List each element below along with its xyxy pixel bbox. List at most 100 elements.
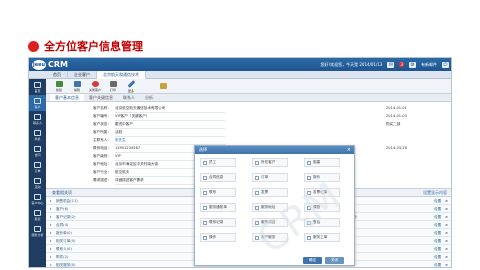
row-settings-link[interactable]: 设置 [434, 253, 441, 261]
close-icon[interactable]: × [347, 146, 351, 154]
checkbox[interactable] [307, 160, 311, 165]
related-label[interactable]: 联系人(0) [56, 245, 72, 253]
sidebar-item-service-analysis[interactable]: 服务分析 [29, 223, 46, 239]
related-label[interactable]: 客户(6) [56, 205, 68, 213]
row-settings-link[interactable]: 设置 [434, 197, 441, 205]
checkbox[interactable] [203, 220, 207, 225]
row-close-icon[interactable]: × [445, 237, 448, 245]
option-item[interactable]: 所在客户 [252, 158, 288, 167]
row-close-icon[interactable]: × [445, 205, 448, 213]
tab-enterprise-customers[interactable]: 企业客户 [68, 71, 97, 79]
option-item[interactable]: 合同信息 [200, 173, 236, 182]
checkbox[interactable] [203, 190, 207, 195]
option-item[interactable]: 售后 [304, 218, 340, 227]
row-close-icon[interactable]: × [445, 245, 448, 253]
checkbox[interactable] [307, 190, 311, 195]
row-settings-link[interactable]: 设置 [434, 213, 441, 221]
related-label[interactable]: 报价单(0) [56, 229, 72, 237]
option-item[interactable]: 订单 [252, 173, 288, 182]
related-label[interactable]: 相关服务(0) [56, 261, 75, 267]
user-menu[interactable]: 有新邮件 [421, 62, 437, 68]
cancel-button[interactable]: 关闭 [325, 257, 344, 264]
row-close-icon[interactable]: × [445, 213, 448, 221]
option-item[interactable]: 操作 [200, 233, 236, 242]
sidebar-item-orders[interactable]: 订单 [29, 159, 46, 175]
sidebar-item-contracts[interactable]: 合同 [29, 143, 46, 159]
expand-arrow-icon[interactable]: ▸ [50, 197, 52, 205]
option-item[interactable]: 服务地址 [252, 203, 288, 212]
option-item[interactable]: 联系 [200, 188, 236, 197]
checkbox[interactable] [307, 205, 311, 210]
checkbox[interactable] [307, 235, 311, 240]
related-label[interactable]: 销售机会(11) [56, 197, 78, 205]
row-settings-link[interactable]: 设置 [434, 245, 441, 253]
sidebar-item-reports[interactable]: 报表 [29, 207, 46, 223]
expand-arrow-icon[interactable]: ▸ [50, 205, 52, 213]
row-close-icon[interactable]: × [445, 261, 448, 267]
row-settings-link[interactable]: 设置 [434, 205, 441, 213]
checkbox[interactable] [203, 160, 207, 165]
row-settings-link[interactable]: 设置 [434, 221, 441, 229]
print-button[interactable]: 打印 [106, 80, 120, 93]
close-customer-button[interactable]: 关闭客户 [88, 80, 102, 93]
row-close-icon[interactable]: × [445, 229, 448, 237]
row-settings-link[interactable]: 设置 [434, 261, 441, 267]
option-item[interactable]: 阻塞 [304, 158, 340, 167]
sidebar-item-activities[interactable]: 活动 [29, 175, 46, 191]
option-item[interactable]: 发票 [252, 188, 288, 197]
expand-arrow-icon[interactable]: ▸ [50, 245, 52, 253]
checkbox[interactable] [255, 220, 259, 225]
option-item[interactable]: 联系记录 [200, 218, 236, 227]
related-label[interactable]: 客户记录(2) [56, 213, 75, 221]
expand-arrow-icon[interactable]: ▸ [50, 253, 52, 261]
edit-button[interactable]: 编辑 [70, 80, 84, 93]
option-item[interactable]: 员工 [200, 158, 236, 167]
checkbox[interactable] [307, 175, 311, 180]
settings-icon[interactable]: ⚙ [409, 61, 416, 68]
option-item[interactable]: 调查 [304, 203, 340, 212]
tab-key-info[interactable]: 客户关键信息 [84, 94, 118, 101]
contact-link[interactable]: 张先生 [115, 137, 225, 145]
option-item[interactable]: 报价 [304, 173, 340, 182]
tab-analysis[interactable]: 分析 [140, 94, 158, 101]
sidebar-item-opportunities[interactable]: 商机 [29, 127, 46, 143]
option-item[interactable]: 客户服务 [252, 233, 288, 242]
expand-arrow-icon[interactable]: ▸ [50, 237, 52, 245]
checkbox[interactable] [255, 235, 259, 240]
checkbox[interactable] [255, 160, 259, 165]
checkbox[interactable] [307, 220, 311, 225]
more-button[interactable]: 更多 [124, 79, 138, 93]
display-settings-link[interactable]: 设置显示内容 [423, 189, 447, 197]
option-item[interactable]: 发票记录 [304, 188, 340, 197]
expand-arrow-icon[interactable]: ▸ [50, 213, 52, 221]
row-close-icon[interactable]: × [445, 253, 448, 261]
related-label[interactable]: 附件(2) [56, 253, 68, 261]
checkbox[interactable] [255, 205, 259, 210]
sidebar-item-home[interactable]: 首页 [29, 79, 46, 95]
new-button[interactable]: 新建 [52, 80, 66, 93]
logout-icon[interactable]: ⏻ [442, 61, 449, 68]
expand-arrow-icon[interactable]: ▸ [50, 221, 52, 229]
option-item[interactable]: 服务通知单 [200, 203, 236, 212]
checkbox[interactable] [203, 235, 207, 240]
sidebar-item-customer-center[interactable]: 客户中心 [29, 191, 46, 207]
sidebar-item-contacts[interactable]: 联系人 [29, 111, 46, 127]
tab-home[interactable]: 首页 [47, 71, 68, 79]
option-item[interactable]: 服务调查 [252, 218, 288, 227]
row-close-icon[interactable]: × [445, 197, 448, 205]
checkbox[interactable] [255, 190, 259, 195]
checkbox[interactable] [203, 175, 207, 180]
sidebar-item-customers[interactable]: 客户 [29, 95, 46, 111]
checkbox[interactable] [255, 175, 259, 180]
row-settings-link[interactable]: 设置 [434, 229, 441, 237]
row-close-icon[interactable]: × [445, 221, 448, 229]
expand-arrow-icon[interactable]: ▸ [50, 229, 52, 237]
tab-contacts[interactable]: 联系人 [118, 94, 140, 101]
related-label[interactable]: 合同(4) [56, 221, 68, 229]
option-item[interactable]: 服务工单 [304, 233, 340, 242]
checkbox[interactable] [203, 205, 207, 210]
mail-icon[interactable]: ✉ [387, 61, 395, 68]
row-settings-link[interactable]: 设置 [434, 237, 441, 245]
tab-customer-detail[interactable]: 北京航天和通信技术 [97, 71, 146, 79]
confirm-button[interactable]: 确定 [303, 257, 322, 264]
